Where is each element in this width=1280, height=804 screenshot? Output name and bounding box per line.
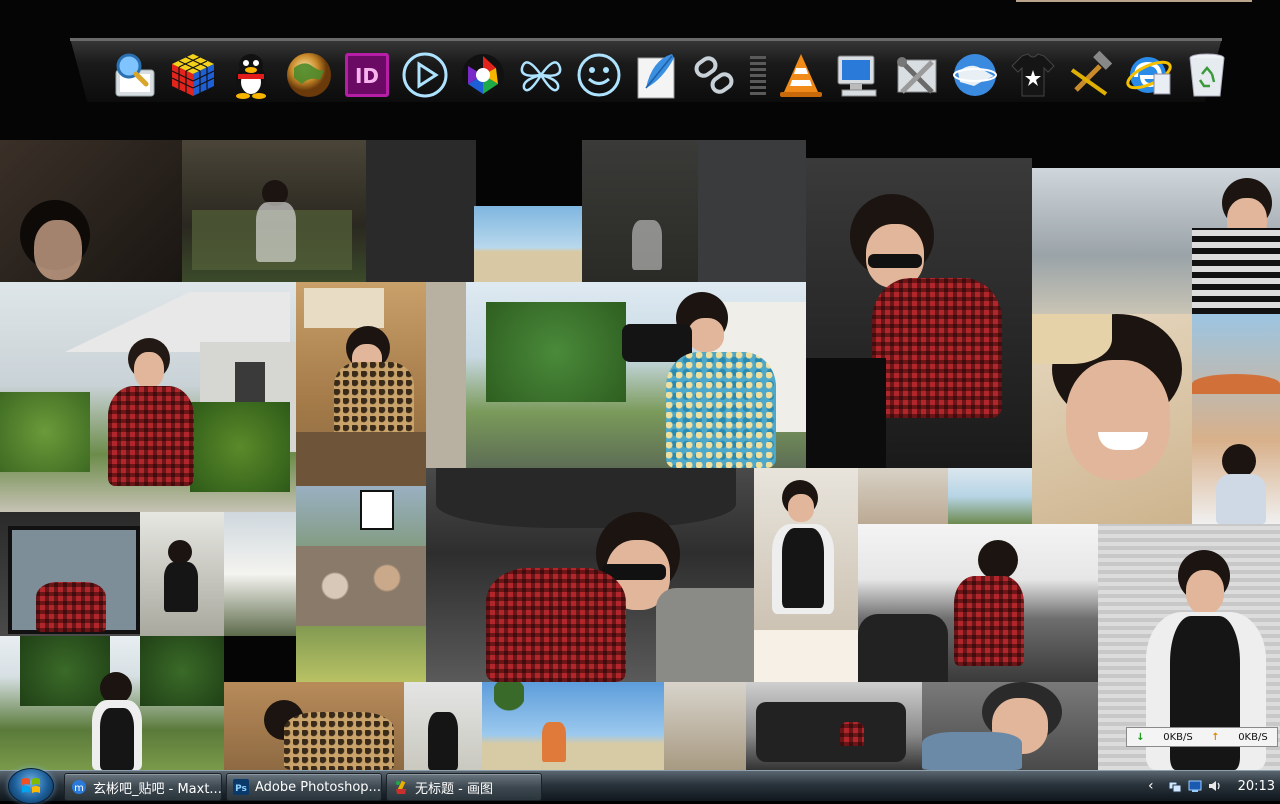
- system-tools-icon[interactable]: [892, 48, 942, 102]
- wallpaper-photo: [474, 206, 582, 282]
- taskbar-button-label: 玄彬吧_贴吧 - Maxt...: [93, 781, 221, 797]
- taskbar-button-photoshop[interactable]: Ps Adobe Photoshop...: [226, 773, 382, 801]
- connection-tray-icon[interactable]: [1188, 779, 1202, 793]
- taskbar-button-paint[interactable]: 无标题 - 画图: [386, 773, 542, 801]
- upload-speed: 0KB/S: [1238, 731, 1268, 743]
- internet-explorer-icon[interactable]: [1124, 48, 1174, 102]
- photoshop-icon: Ps: [233, 779, 249, 795]
- wallpaper-photo: [922, 682, 1098, 770]
- wallpaper-photo: [1192, 314, 1280, 524]
- globe-browser-icon[interactable]: [284, 48, 334, 102]
- wallpaper-photo: [296, 282, 426, 486]
- wallpaper-photo: [664, 682, 746, 770]
- dock-shine: [70, 38, 1222, 41]
- hammer-tools-icon[interactable]: [1066, 48, 1116, 102]
- wallpaper-edge: [1016, 0, 1252, 2]
- download-speed: 0KB/S: [1163, 731, 1193, 743]
- vlc-cone-icon[interactable]: [776, 48, 826, 102]
- wallpaper-photo: [948, 468, 1032, 524]
- paint-icon: [396, 780, 406, 794]
- windows-logo-icon: [22, 778, 40, 793]
- network-speed-widget[interactable]: ↓ 0KB/S ↑ 0KB/S: [1126, 727, 1278, 747]
- taskbar-button-label: Adobe Photoshop...: [255, 779, 381, 795]
- indesign-icon[interactable]: ID: [342, 48, 392, 102]
- chain-link-icon[interactable]: [690, 48, 740, 102]
- qq-penguin-icon[interactable]: [226, 48, 276, 102]
- media-play-icon[interactable]: [400, 48, 450, 102]
- svg-text:m: m: [74, 783, 84, 794]
- wallpaper-photo: [482, 682, 664, 770]
- maxthon-browser-icon: m: [72, 780, 86, 794]
- wallpaper-photo: [0, 282, 296, 512]
- tshirt-icon[interactable]: [1008, 48, 1058, 102]
- wallpaper-photo: [0, 140, 182, 282]
- wallpaper-photo: [754, 468, 858, 682]
- wallpaper-photo: [1032, 314, 1192, 524]
- wallpaper-photo: [806, 158, 1032, 468]
- wallpaper-photo: [0, 636, 224, 770]
- feather-document-icon[interactable]: [632, 48, 682, 102]
- system-tray: ‹ 20:13: [1140, 771, 1280, 801]
- wallpaper-photo: [426, 468, 754, 682]
- volume-tray-icon[interactable]: [1208, 779, 1222, 793]
- download-arrow-icon: ↓: [1136, 731, 1145, 743]
- network-tray-icon[interactable]: [1168, 779, 1182, 793]
- wallpaper-photo: [1032, 168, 1280, 314]
- network-globe-icon[interactable]: [950, 48, 1000, 102]
- wallpaper-photo: [426, 282, 806, 468]
- wallpaper-photo: [296, 486, 426, 682]
- picasa-icon[interactable]: [458, 48, 508, 102]
- taskbar-button-label: 无标题 - 画图: [415, 781, 493, 797]
- wallpaper-photo: [698, 140, 806, 282]
- wallpaper-photo: [858, 524, 1098, 682]
- svg-text:Ps: Ps: [235, 784, 247, 794]
- show-hidden-icons-chevron-icon[interactable]: ‹: [1148, 778, 1154, 794]
- wallpaper-photo: [182, 140, 366, 282]
- wallpaper-photo: [858, 468, 948, 524]
- wallpaper-photo: [404, 682, 482, 770]
- wallpaper-photo: [224, 512, 296, 636]
- recycle-bin-icon[interactable]: [1182, 48, 1232, 102]
- my-computer-icon[interactable]: [834, 48, 884, 102]
- dock: ID: [110, 44, 1232, 102]
- taskbar: m 玄彬吧_贴吧 - Maxt... Ps Adobe Photoshop...…: [0, 768, 1280, 804]
- smiley-icon[interactable]: [574, 48, 624, 102]
- wallpaper-photo: [582, 140, 698, 282]
- upload-arrow-icon: ↑: [1211, 731, 1220, 743]
- desktop-wallpaper: [0, 0, 1280, 770]
- taskbar-clock[interactable]: 20:13: [1238, 779, 1275, 794]
- svg-text:ID: ID: [355, 64, 379, 88]
- wallpaper-photo: [746, 682, 922, 770]
- wallpaper-photo: [0, 512, 140, 636]
- rubiks-cube-icon[interactable]: [168, 48, 218, 102]
- taskbar-button-maxthon[interactable]: m 玄彬吧_贴吧 - Maxt...: [64, 773, 222, 801]
- wallpaper-photo: [140, 512, 224, 636]
- wallpaper-photo: [366, 140, 476, 282]
- volume-bar-icon[interactable]: [748, 48, 768, 102]
- start-button[interactable]: [8, 768, 54, 804]
- search-icon[interactable]: [110, 48, 160, 102]
- butterfly-icon[interactable]: [516, 48, 566, 102]
- wallpaper-photo: [224, 682, 404, 770]
